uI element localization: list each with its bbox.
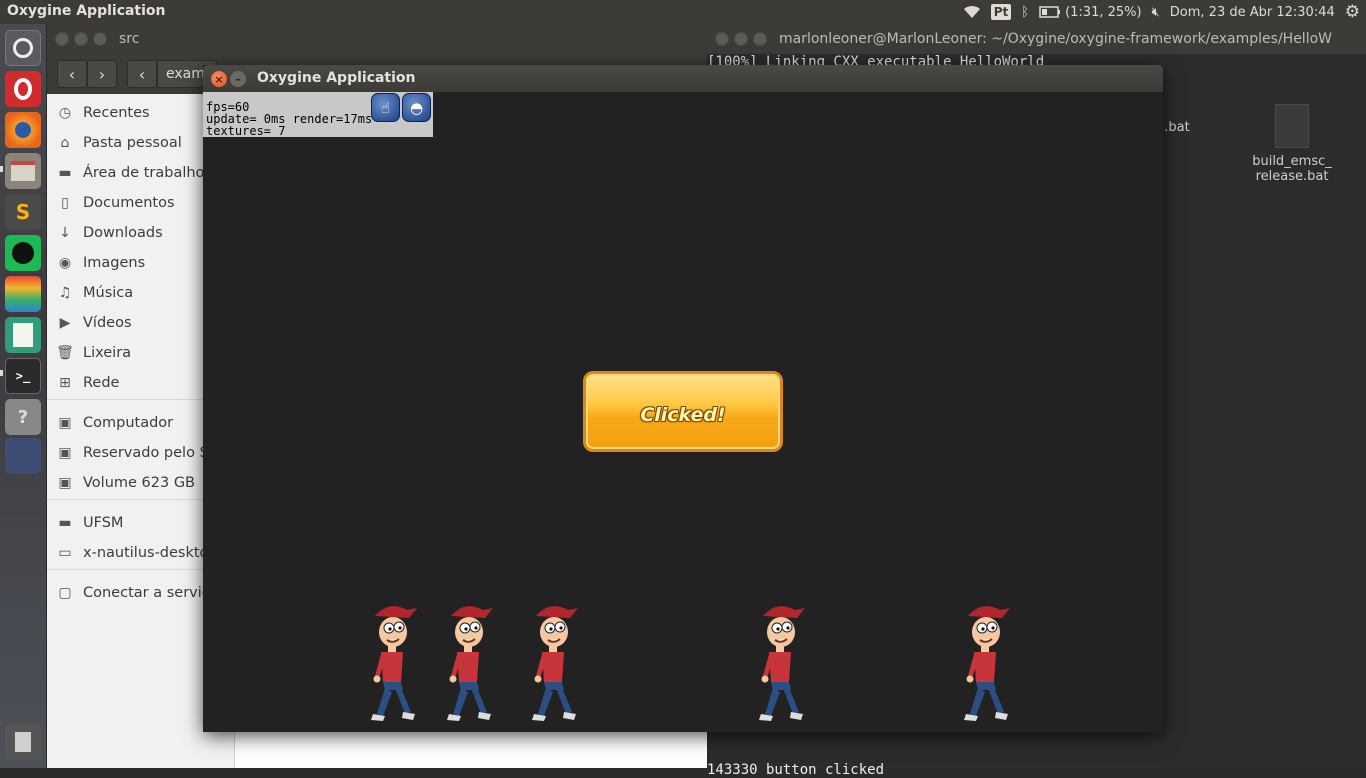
trash-icon[interactable] bbox=[5, 724, 41, 760]
ubuntu-dash-icon[interactable] bbox=[5, 30, 41, 66]
desktop-icon: ▭ bbox=[58, 545, 72, 561]
sidebar-item-label: Recentes bbox=[83, 105, 150, 121]
folder-icon: ▬ bbox=[58, 515, 72, 531]
indicator-area: Pt ᛒ (1:31, 25%) 🔇︎ Dom, 23 de Abr 12:30… bbox=[963, 0, 1360, 24]
clicked-button-label: Clicked! bbox=[640, 403, 726, 426]
minimize-icon[interactable] bbox=[734, 32, 748, 46]
battery-label: (1:31, 25%) bbox=[1065, 4, 1142, 20]
file-name: build_emsc_release.bat bbox=[1252, 154, 1332, 184]
download-icon: ↓ bbox=[59, 225, 71, 241]
sublime-text-icon[interactable]: S bbox=[5, 194, 41, 230]
walking-character bbox=[371, 606, 417, 721]
drive-icon: ▣ bbox=[58, 415, 72, 431]
game-canvas[interactable]: fps=60 update= 0ms render=17ms textures=… bbox=[203, 92, 1163, 732]
trash-icon: 🗑︎ bbox=[56, 345, 74, 361]
terminal-icon[interactable]: >_ bbox=[5, 358, 41, 394]
minimize-icon[interactable] bbox=[74, 32, 88, 46]
close-icon[interactable]: × bbox=[211, 71, 227, 87]
files-window-title: src bbox=[119, 31, 140, 47]
sidebar-item-label: Downloads bbox=[83, 225, 163, 241]
firefox-icon[interactable] bbox=[5, 112, 41, 148]
terminal-output: 143330 button clicked bbox=[707, 762, 885, 778]
forward-button[interactable]: › bbox=[87, 60, 117, 88]
bluetooth-icon[interactable]: ᛒ bbox=[1021, 0, 1029, 24]
help-icon[interactable]: ? bbox=[5, 399, 41, 435]
text-editor-icon[interactable] bbox=[5, 317, 41, 353]
volume-muted-icon[interactable]: 🔇︎ bbox=[1152, 0, 1160, 24]
battery-icon bbox=[1039, 6, 1061, 18]
path-left-button[interactable]: ‹ bbox=[127, 60, 157, 88]
sidebar-item-label: Documentos bbox=[83, 195, 175, 211]
oxygine-titlebar: × – Oxygine Application bbox=[203, 65, 1163, 92]
close-icon[interactable] bbox=[55, 32, 69, 46]
server-icon: ▢ bbox=[58, 585, 72, 601]
home-icon: ⌂ bbox=[60, 135, 70, 151]
sidebar-item-label: Lixeira bbox=[83, 345, 132, 361]
files-titlebar: src bbox=[47, 24, 707, 54]
opera-icon[interactable] bbox=[5, 71, 41, 107]
drive-icon: ▣ bbox=[58, 445, 72, 461]
files-icon[interactable] bbox=[5, 153, 41, 189]
wifi-icon[interactable] bbox=[963, 0, 981, 24]
sidebar-item-label: Computador bbox=[83, 415, 174, 431]
network-icon: ⊞ bbox=[59, 375, 71, 391]
oxygine-window: × – Oxygine Application fps=60 update= 0… bbox=[203, 65, 1163, 732]
sidebar-item-label: Imagens bbox=[83, 255, 146, 271]
maximize-icon[interactable] bbox=[753, 32, 767, 46]
clock-icon: ◷ bbox=[58, 105, 72, 121]
walking-character bbox=[532, 606, 578, 721]
clicked-button[interactable]: Clicked! bbox=[583, 371, 783, 452]
file-item[interactable]: build_emsc_release.bat bbox=[1252, 104, 1332, 184]
battery-indicator[interactable]: (1:31, 25%) bbox=[1039, 0, 1142, 24]
sidebar-item-label: Música bbox=[83, 285, 134, 301]
debug-panel: fps=60 update= 0ms render=17ms textures=… bbox=[203, 92, 433, 137]
spotify-icon[interactable] bbox=[5, 235, 41, 271]
terminal-title: marlonleoner@MarlonLeoner: ~/Oxygine/oxy… bbox=[779, 31, 1332, 47]
oxygine-window-title: Oxygine Application bbox=[257, 70, 416, 86]
walking-character bbox=[447, 606, 493, 721]
workspaces-icon[interactable] bbox=[5, 438, 41, 474]
maximize-icon[interactable] bbox=[93, 32, 107, 46]
file-name: .bat bbox=[1164, 120, 1190, 135]
sidebar-item-label: Volume 623 GB bbox=[83, 475, 196, 491]
sidebar-item-label: Área de trabalho bbox=[83, 165, 205, 181]
sidebar-item-label: Rede bbox=[83, 375, 120, 391]
sidebar-item-label: UFSM bbox=[83, 515, 124, 531]
debug-textures: textures= 7 bbox=[206, 124, 286, 138]
gear-icon[interactable]: ⚙ bbox=[1345, 0, 1360, 24]
drive-icon: ▣ bbox=[58, 475, 72, 491]
close-icon[interactable] bbox=[715, 32, 729, 46]
active-app-title: Oxygine Application bbox=[7, 3, 166, 19]
sidebar-item-label: Conectar a servid bbox=[83, 585, 211, 601]
clock[interactable]: Dom, 23 de Abr 12:30:44 bbox=[1170, 0, 1335, 24]
back-button[interactable]: ‹ bbox=[57, 60, 87, 88]
helmet-icon[interactable]: ◓ bbox=[402, 93, 431, 122]
video-icon: ▶ bbox=[59, 315, 71, 331]
keyboard-layout-label: Pt bbox=[990, 4, 1012, 20]
camera-icon: ◉ bbox=[58, 255, 72, 271]
sidebar-item-label: x-nautilus-deskto bbox=[83, 545, 209, 561]
pointer-hand-icon[interactable]: ☝ bbox=[371, 93, 400, 122]
launcher: S >_ ? bbox=[0, 24, 47, 768]
terminal-titlebar: marlonleoner@MarlonLeoner: ~/Oxygine/oxy… bbox=[707, 24, 1366, 54]
walking-character bbox=[964, 606, 1010, 721]
folder-icon: ▬ bbox=[58, 165, 72, 181]
keyboard-layout-indicator[interactable]: Pt bbox=[990, 0, 1012, 24]
document-icon: ▯ bbox=[61, 195, 69, 211]
sidebar-item-label: Vídeos bbox=[83, 315, 132, 331]
music-icon: ♫ bbox=[58, 285, 72, 301]
sidebar-item-label: Pasta pessoal bbox=[83, 135, 182, 151]
minimize-icon[interactable]: – bbox=[230, 71, 246, 87]
walking-character bbox=[759, 606, 805, 721]
sidebar-item-label: Reservado pelo Si bbox=[83, 445, 213, 461]
top-panel: Oxygine Application Pt ᛒ (1:31, 25%) 🔇︎ … bbox=[0, 0, 1366, 24]
document-icon bbox=[1275, 104, 1309, 148]
layers-app-icon[interactable] bbox=[5, 276, 41, 312]
